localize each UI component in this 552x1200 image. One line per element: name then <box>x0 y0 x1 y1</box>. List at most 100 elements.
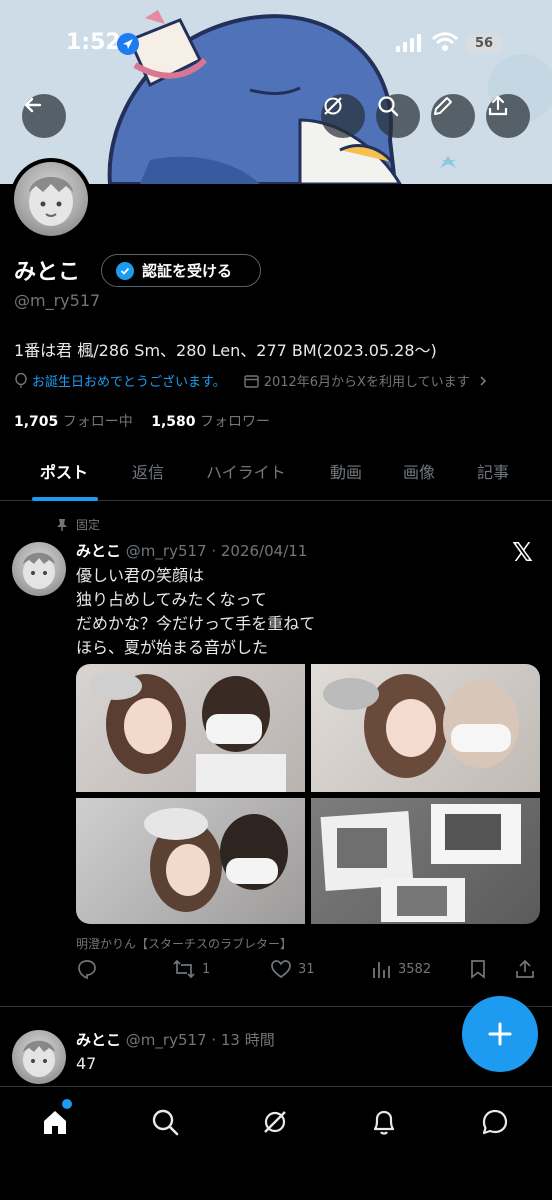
avatar-image <box>23 552 55 589</box>
chevron-right-icon[interactable] <box>478 375 488 387</box>
profile-meta: お誕生日おめでとうございます。 2012年6月からXを利用しています <box>14 371 488 390</box>
like-count: 31 <box>298 961 315 977</box>
post-avatar[interactable] <box>12 542 66 596</box>
post-line: 47 <box>76 1054 97 1073</box>
x-logo-icon: 𝕏 <box>512 538 533 568</box>
following-label: フォロー中 <box>62 414 133 430</box>
location-arrow-icon <box>117 33 139 55</box>
like-button[interactable]: 31 <box>270 958 315 980</box>
photo-4[interactable] <box>311 798 540 924</box>
reply-icon <box>78 960 96 980</box>
post-author-name[interactable]: みとこ <box>76 1031 121 1049</box>
search-icon <box>152 1109 179 1136</box>
heart-icon <box>271 960 291 979</box>
post-share-button[interactable] <box>514 958 536 980</box>
search-icon <box>378 96 399 117</box>
followers-count: 1,580 <box>151 414 196 430</box>
back-button[interactable] <box>22 94 66 138</box>
views-chart-icon <box>373 962 390 978</box>
get-verified-label: 認証を受ける <box>142 262 233 280</box>
profile-avatar[interactable] <box>10 158 92 240</box>
media-caption: 明澄かりん【スターチスのラブレター】 <box>76 937 293 951</box>
tab-posts[interactable]: ポスト <box>40 459 88 483</box>
tab-videos[interactable]: 動画 <box>330 459 362 483</box>
status-bar: 1:52 56 <box>0 30 552 60</box>
battery-indicator: 56 <box>466 34 502 53</box>
share-button[interactable] <box>486 94 530 138</box>
banner-illustration <box>0 0 552 184</box>
following-count: 1,705 <box>14 414 59 430</box>
retweet-icon <box>173 959 195 979</box>
search-button[interactable] <box>376 94 420 138</box>
active-tab-indicator <box>32 497 98 501</box>
post-text: 優しい君の笑顔は 独り占めしてみたくなって だめかな？今だけって手を重ねて ほら… <box>76 564 315 660</box>
post-media-grid[interactable] <box>76 664 540 924</box>
retweet-button[interactable]: 1 <box>172 958 210 980</box>
grok-icon <box>264 1111 286 1133</box>
tab-articles[interactable]: 記事 <box>477 459 509 483</box>
edit-profile-button[interactable] <box>431 94 475 138</box>
post-header: みとこ @m_ry517 · 13 時間 <box>76 1029 275 1050</box>
tab-images[interactable]: 画像 <box>403 459 435 483</box>
post-author-name[interactable]: みとこ <box>76 542 121 560</box>
post-header: みとこ @m_ry517 · 2026/04/11 <box>76 540 307 561</box>
nav-messages[interactable] <box>478 1105 512 1139</box>
back-arrow-icon <box>24 97 42 113</box>
home-icon <box>44 1111 66 1134</box>
avatar-image <box>29 177 73 226</box>
share-icon <box>516 959 534 978</box>
grok-button[interactable] <box>321 94 365 138</box>
photo-3[interactable] <box>76 798 305 924</box>
post-handle-date: @m_ry517 · 2026/04/11 <box>125 542 308 560</box>
following-link[interactable]: 1,705 フォロー中 <box>14 414 133 430</box>
message-icon <box>482 1109 508 1135</box>
profile-name: みとこ <box>14 260 81 285</box>
pin-icon <box>57 518 67 531</box>
get-verified-button[interactable]: 認証を受ける <box>101 254 261 287</box>
photo-1[interactable] <box>76 664 305 792</box>
photo-2[interactable] <box>311 664 540 792</box>
birthday-text: お誕生日おめでとうございます。 <box>32 375 226 390</box>
notification-dot <box>62 1099 72 1109</box>
profile-handle: @m_ry517 <box>14 291 101 310</box>
followers-label: フォロワー <box>199 414 270 430</box>
bottom-navigation <box>0 1086 552 1200</box>
bookmark-icon <box>471 960 485 979</box>
share-icon <box>488 95 508 116</box>
post-line: だめかな？今だけって手を重ねて <box>76 614 316 633</box>
status-time: 1:52 <box>66 30 121 55</box>
followers-link[interactable]: 1,580 フォロワー <box>151 414 270 430</box>
reply-button[interactable] <box>76 958 98 980</box>
joined-date: 2012年6月からXを利用しています <box>263 375 470 390</box>
profile-banner[interactable]: 1:52 56 <box>0 0 552 184</box>
view-count: 3582 <box>398 961 432 977</box>
plus-icon <box>488 1022 512 1046</box>
tab-highlights[interactable]: ハイライト <box>206 459 286 483</box>
profile-bio: 1番は君 楓/286 Sm、280 Len、277 BM(2023.05.28～… <box>14 341 437 360</box>
nav-home[interactable] <box>38 1105 72 1139</box>
verified-badge-icon <box>116 261 134 280</box>
views-button[interactable]: 3582 <box>370 958 431 980</box>
grok-icon <box>324 97 342 115</box>
calendar-icon <box>244 374 259 388</box>
nav-search[interactable] <box>148 1105 182 1139</box>
profile-tabs: ポスト 返信 ハイライト 動画 画像 記事 <box>0 445 552 501</box>
nav-notifications[interactable] <box>367 1105 401 1139</box>
post-avatar[interactable] <box>12 1030 66 1084</box>
pen-icon <box>434 97 452 115</box>
compose-post-button[interactable] <box>462 996 538 1072</box>
bell-icon <box>373 1110 395 1135</box>
pinned-label: 固定 <box>76 518 101 532</box>
post-text: 47 <box>76 1052 96 1076</box>
nav-grok[interactable] <box>258 1105 292 1139</box>
post-line: ほら、夏が始まる音がした <box>76 638 269 657</box>
tab-replies[interactable]: 返信 <box>132 459 164 483</box>
post-line: 独り占めしてみたくなって <box>76 590 267 609</box>
avatar-image <box>23 1040 55 1077</box>
post-divider <box>0 1006 552 1007</box>
retweet-count: 1 <box>202 961 211 977</box>
post-actions: 1 31 3582 <box>76 958 546 982</box>
follow-stats: 1,705 フォロー中 1,580 フォロワー <box>14 411 270 431</box>
bookmark-button[interactable] <box>468 958 488 980</box>
post-line: 優しい君の笑顔は <box>76 566 205 585</box>
